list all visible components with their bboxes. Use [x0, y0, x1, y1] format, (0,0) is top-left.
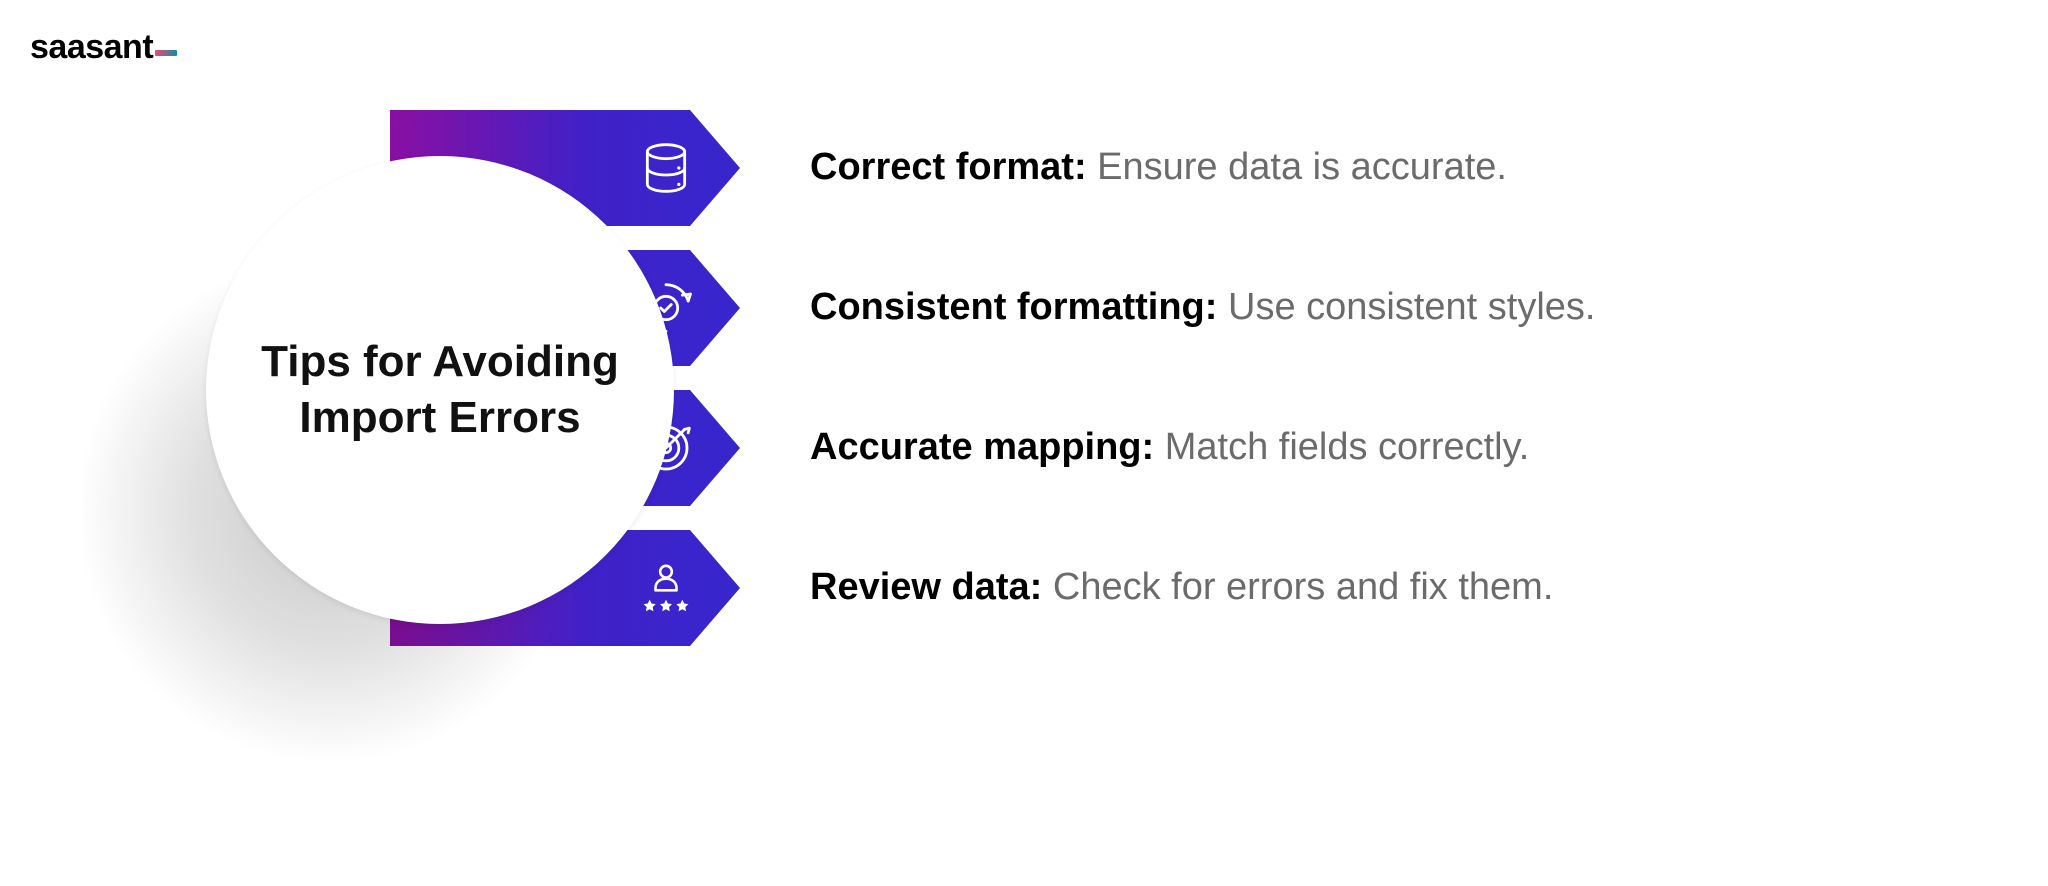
tip-title: Review data — [810, 566, 1030, 608]
tip-text: Consistent formatting: Use consistent st… — [810, 285, 1595, 331]
center-circle: Tips for Avoiding Import Errors — [160, 110, 720, 670]
tip-title: Consistent formatting — [810, 286, 1205, 328]
circle-inner: Tips for Avoiding Import Errors — [206, 156, 674, 624]
tip-desc: Use consistent styles. — [1217, 286, 1595, 328]
tip-title: Accurate mapping — [810, 426, 1142, 468]
tip-desc: Match fields correctly. — [1154, 426, 1529, 468]
tip-text: Accurate mapping: Match fields correctly… — [810, 425, 1529, 471]
brand-logo: saasant — [30, 28, 153, 67]
tip-desc: Check for errors and fix them. — [1042, 566, 1553, 608]
tip-text: Correct format: Ensure data is accurate. — [810, 145, 1507, 191]
tip-desc: Ensure data is accurate. — [1087, 146, 1507, 188]
infographic: Correct format: Ensure data is accurate. — [0, 80, 2048, 800]
brand-name: saasant — [30, 28, 153, 66]
tip-text: Review data: Check for errors and fix th… — [810, 565, 1553, 611]
center-title: Tips for Avoiding Import Errors — [261, 334, 619, 447]
tip-title: Correct format — [810, 146, 1074, 188]
